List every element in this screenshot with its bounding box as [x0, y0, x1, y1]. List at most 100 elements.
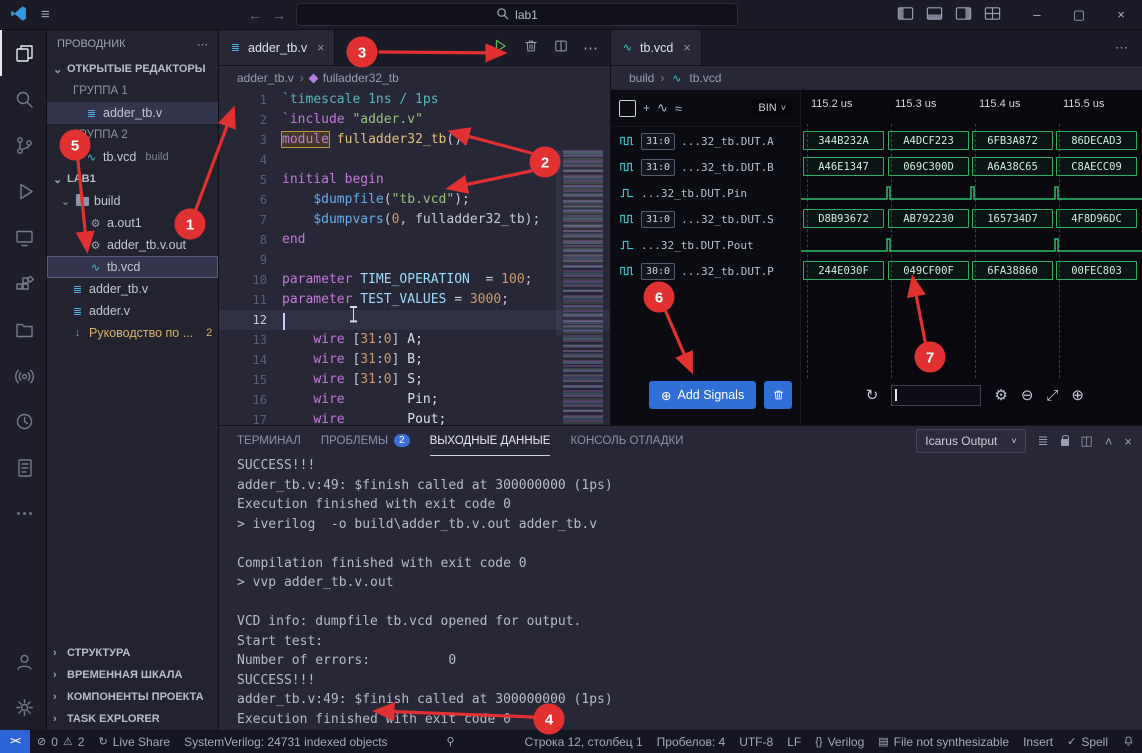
- close-tab-icon[interactable]: ×: [317, 41, 324, 55]
- minimize-button[interactable]: –: [1016, 0, 1058, 29]
- indentation-status[interactable]: Пробелов: 4: [650, 730, 733, 753]
- signal-row-1[interactable]: 31:0...32_tb.DUT.B: [611, 154, 801, 180]
- notifications-bell[interactable]: [1115, 730, 1142, 753]
- trash-icon[interactable]: [523, 38, 539, 57]
- toggle-primary-sidebar-icon[interactable]: [896, 4, 915, 26]
- waveform-canvas[interactable]: 115.2 us115.3 us115.4 us115.5 us344B232A…: [801, 90, 1142, 425]
- remote-indicator[interactable]: ><: [0, 730, 30, 753]
- code-line[interactable]: 8end: [219, 230, 610, 250]
- panel-tab-КОНСОЛЬ ОТЛАДКИ[interactable]: КОНСОЛЬ ОТЛАДКИ: [570, 426, 683, 456]
- more-actions-icon[interactable]: ⋯: [583, 39, 598, 57]
- search-box[interactable]: lab1: [296, 3, 738, 26]
- synthesis-status[interactable]: ▤File not synthesizable: [871, 730, 1016, 753]
- run-debug-icon[interactable]: [0, 168, 46, 214]
- wave-style-2-icon[interactable]: ≈: [675, 101, 682, 116]
- code-line[interactable]: 15 wire [31:0] S;: [219, 370, 610, 390]
- close-panel-icon[interactable]: ×: [1124, 434, 1132, 449]
- settings-gear-icon[interactable]: ⚙: [994, 386, 1007, 404]
- open-editors-header[interactable]: ⌄ ОТКРЫТЫЕ РЕДАКТОРЫ: [47, 58, 218, 80]
- add-signals-button[interactable]: ⊕ Add Signals: [649, 381, 756, 409]
- word-wrap-icon[interactable]: ≣: [1038, 433, 1049, 449]
- tree-item-build[interactable]: ⌄build: [47, 190, 218, 212]
- split-editor-icon[interactable]: [553, 38, 569, 57]
- menu-icon[interactable]: ≡: [41, 6, 50, 23]
- remove-signals-button[interactable]: [764, 381, 792, 409]
- search-icon[interactable]: [0, 76, 46, 122]
- open-editor-item[interactable]: ∿tb.vcdbuild: [47, 146, 218, 168]
- code-line[interactable]: 11parameter TEST_VALUES = 3000;: [219, 290, 610, 310]
- lock-icon[interactable]: [1061, 434, 1069, 449]
- code-editor[interactable]: 1`timescale 1ns / 1ps2`include "adder.v"…: [219, 90, 610, 425]
- scrollbar[interactable]: [556, 150, 562, 335]
- eol-status[interactable]: LF: [780, 730, 808, 753]
- section-СТРУКТУРА[interactable]: ›СТРУКТУРА: [47, 642, 218, 664]
- code-line[interactable]: 12: [219, 310, 610, 330]
- code-line[interactable]: 9: [219, 250, 610, 270]
- insert-mode-status[interactable]: Insert: [1016, 730, 1060, 753]
- tree-item-adder_tb.v[interactable]: ≣adder_tb.v: [47, 278, 218, 300]
- signal-row-4[interactable]: ...32_tb.DUT.Pout: [611, 232, 801, 258]
- code-line[interactable]: 7 $dumpvars(0, fulladder32_tb);: [219, 210, 610, 230]
- source-control-icon[interactable]: [0, 122, 46, 168]
- output-log[interactable]: SUCCESS!!!adder_tb.v:49: $finish called …: [219, 456, 1142, 729]
- live-share-status[interactable]: ↻Live Share: [91, 730, 177, 753]
- tab-tb-vcd[interactable]: ∿ tb.vcd ×: [611, 30, 702, 65]
- more-actions-icon[interactable]: ⋯: [1115, 40, 1142, 56]
- settings-gear-icon[interactable]: [0, 684, 46, 730]
- open-editor-item[interactable]: ≣adder_tb.v: [47, 102, 218, 124]
- maximize-panel-icon[interactable]: ˄: [1105, 434, 1113, 449]
- code-line[interactable]: 2`include "adder.v": [219, 110, 610, 130]
- fit-screen-icon[interactable]: ⤢: [1046, 387, 1058, 404]
- wave-style-icon[interactable]: ∿: [657, 100, 668, 116]
- add-marker-icon[interactable]: +: [643, 101, 650, 115]
- tree-item-a.out1[interactable]: ⚙a.out1: [47, 212, 218, 234]
- code-line[interactable]: 3module fulladder32_tb();: [219, 130, 610, 150]
- account-icon[interactable]: [0, 638, 46, 684]
- live-share-icon[interactable]: [0, 352, 46, 398]
- code-line[interactable]: 16 wire Pin;: [219, 390, 610, 410]
- forward-icon[interactable]: →: [272, 7, 286, 23]
- workspace-root[interactable]: ⌄ LAB1: [47, 168, 218, 190]
- time-input[interactable]: [891, 385, 981, 406]
- tree-item-Руководство по ...[interactable]: ↓Руководство по ...2: [47, 322, 218, 344]
- signal-row-0[interactable]: 31:0...32_tb.DUT.A: [611, 128, 801, 154]
- back-icon[interactable]: ←: [248, 7, 262, 23]
- restore-button[interactable]: ▢: [1058, 0, 1100, 29]
- section-ВРЕМЕННАЯ ШКАЛА[interactable]: ›ВРЕМЕННАЯ ШКАЛА: [47, 664, 218, 686]
- toggle-panel-icon[interactable]: [925, 4, 944, 26]
- cursor-position-status[interactable]: Строка 12, столбец 1: [518, 730, 650, 753]
- breadcrumb[interactable]: adder_tb.v › fulladder32_tb: [219, 66, 610, 90]
- encoding-status[interactable]: UTF-8: [732, 730, 780, 753]
- selection-status[interactable]: ⚲: [440, 730, 462, 753]
- problems-status[interactable]: ⊘0⚠2: [30, 730, 91, 753]
- signal-row-3[interactable]: 31:0...32_tb.DUT.S: [611, 206, 801, 232]
- panel-tab-ТЕРМИНАЛ[interactable]: ТЕРМИНАЛ: [237, 426, 301, 456]
- signal-row-5[interactable]: 30:0...32_tb.DUT.P: [611, 258, 801, 284]
- code-line[interactable]: 1`timescale 1ns / 1ps: [219, 90, 610, 110]
- explorer-icon[interactable]: [0, 30, 46, 76]
- section-TASK EXPLORER[interactable]: ›TASK EXPLORER: [47, 708, 218, 730]
- output-channel-select[interactable]: Icarus Output ˅: [916, 429, 1025, 453]
- tree-item-adder_tb.v.out[interactable]: ⚙adder_tb.v.out: [47, 234, 218, 256]
- extensions-icon[interactable]: [0, 260, 46, 306]
- notebook-icon[interactable]: [0, 444, 46, 490]
- timeline-icon[interactable]: [0, 398, 46, 444]
- refresh-icon[interactable]: ↻: [866, 386, 879, 404]
- run-file-button[interactable]: [491, 37, 509, 58]
- tree-item-adder.v[interactable]: ≣adder.v: [47, 300, 218, 322]
- code-line[interactable]: 5initial begin: [219, 170, 610, 190]
- more-views-icon[interactable]: [0, 490, 46, 536]
- code-line[interactable]: 13 wire [31:0] A;: [219, 330, 610, 350]
- code-line[interactable]: 4: [219, 150, 610, 170]
- toggle-secondary-sidebar-icon[interactable]: [954, 4, 973, 26]
- breadcrumb[interactable]: build › ∿ tb.vcd: [611, 66, 1142, 90]
- panel-tab-ПРОБЛЕМЫ[interactable]: ПРОБЛЕМЫ2: [321, 426, 410, 456]
- customize-layout-icon[interactable]: [983, 4, 1002, 26]
- code-line[interactable]: 17 wire Pout;: [219, 410, 610, 425]
- tree-item-tb.vcd[interactable]: ∿tb.vcd: [47, 256, 218, 278]
- zoom-in-icon[interactable]: ⊕: [1071, 386, 1084, 404]
- section-КОМПОНЕНТЫ ПРОЕКТА[interactable]: ›КОМПОНЕНТЫ ПРОЕКТА: [47, 686, 218, 708]
- sidebar-more-icon[interactable]: ⋯: [197, 38, 208, 51]
- remote-explorer-icon[interactable]: [0, 214, 46, 260]
- close-button[interactable]: ×: [1100, 0, 1142, 29]
